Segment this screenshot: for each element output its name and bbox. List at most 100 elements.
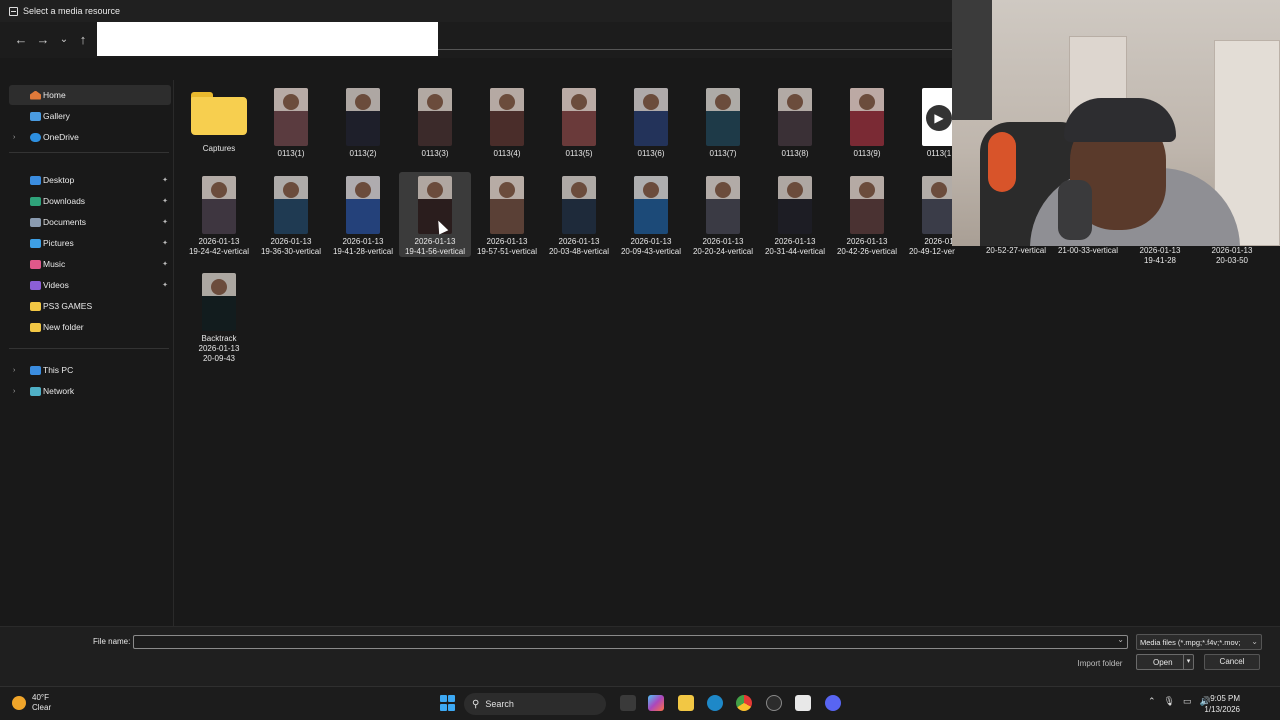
file-type-filter[interactable]: Media files (*.mpg;*.f4v;*.mov; ⌄ (1136, 634, 1262, 650)
file-name[interactable]: 2026-01-13 (1196, 246, 1268, 256)
video-thumbnail (850, 176, 884, 234)
address-bar-redacted[interactable] (97, 22, 438, 56)
pictures-icon (30, 238, 41, 248)
file-name: Backtrack (201, 334, 237, 343)
file-item[interactable]: 2026-01-13 20-42-26-vertical (831, 172, 903, 257)
file-item[interactable]: 0113(8) (759, 84, 831, 159)
file-name: 2026-01-13 (774, 237, 816, 246)
person-cap (1064, 98, 1176, 142)
file-name[interactable]: 2026-01-13 (1124, 246, 1196, 256)
file-name-input[interactable]: ⌄ (133, 635, 1128, 649)
chevron-up-icon[interactable]: ⌃ (1148, 696, 1156, 707)
file-item[interactable]: 2026-0120-49-12-vertical (903, 172, 955, 257)
file-name: 0113(7) (709, 149, 737, 158)
weather-widget[interactable]: 40°F Clear (12, 693, 51, 713)
divider (9, 348, 169, 349)
sidebar-item-pictures[interactable]: Pictures ✦ (9, 233, 171, 253)
sidebar-item-ps3-games[interactable]: PS3 GAMES (9, 296, 171, 316)
file-item[interactable]: 0113(4) (471, 84, 543, 159)
taskbar-search[interactable]: ⚲ Search (464, 693, 606, 715)
open-button[interactable]: Open ▾ (1136, 654, 1194, 670)
sidebar-item-this-pc[interactable]: › This PC (9, 360, 171, 380)
file-name[interactable]: 20-52-27-vertical (980, 246, 1052, 256)
document-icon (30, 217, 41, 227)
file-name-label: File name: (93, 637, 131, 646)
chrome-icon[interactable] (736, 695, 752, 711)
weather-condition: Clear (32, 703, 52, 712)
sidebar-item-documents[interactable]: Documents ✦ (9, 212, 171, 232)
expand-chevron-icon[interactable]: › (13, 367, 15, 374)
discord-icon[interactable] (825, 695, 841, 711)
file-item[interactable]: 2026-01-13 20-31-44-vertical (759, 172, 831, 257)
video-thumbnail (562, 176, 596, 234)
display-icon[interactable]: ▭ (1183, 696, 1192, 707)
file-item[interactable]: 0113(7) (687, 84, 759, 159)
file-item[interactable]: 0113(9) (831, 84, 903, 159)
pin-icon: ✦ (162, 198, 168, 205)
back-button[interactable]: ← (12, 31, 30, 49)
up-button[interactable]: ↑ (74, 31, 92, 49)
sidebar-item-music[interactable]: Music ✦ (9, 254, 171, 274)
search-icon: ⚲ (472, 698, 480, 710)
folder-icon (191, 92, 247, 138)
cancel-button[interactable]: Cancel (1204, 654, 1260, 670)
video-thumbnail (634, 176, 668, 234)
clock[interactable]: 9:05 PM 1/13/2026 (1196, 693, 1240, 715)
video-thumbnail (706, 176, 740, 234)
file-item[interactable]: 2026-01-13 19-41-28-vertical (327, 172, 399, 257)
file-item[interactable]: 2026-01-13 20-09-43-vertical (615, 172, 687, 257)
file-name[interactable]: 21-00-33-vertical (1052, 246, 1124, 256)
forward-button[interactable]: → (34, 31, 52, 49)
microphone-icon[interactable]: 🎙 (1164, 696, 1175, 707)
file-name-line2[interactable]: 19-41-28 (1124, 256, 1196, 266)
file-item[interactable]: 0113(2) (327, 84, 399, 159)
sidebar-item-onedrive[interactable]: › OneDrive (9, 127, 171, 147)
expand-chevron-icon[interactable]: › (13, 134, 15, 141)
import-folder-button[interactable]: Import folder (1070, 657, 1130, 671)
sidebar-item-videos[interactable]: Videos ✦ (9, 275, 171, 295)
file-item[interactable]: 2026-01-13 20-20-24-vertical (687, 172, 759, 257)
sidebar-item-network[interactable]: › Network (9, 381, 171, 401)
file-item[interactable]: 0113(6) (615, 84, 687, 159)
edge-icon[interactable] (707, 695, 723, 711)
capcut-icon[interactable] (795, 695, 811, 711)
windows-start-icon[interactable] (440, 695, 456, 711)
video-thumbnail (778, 88, 812, 146)
file-explorer-icon[interactable] (678, 695, 694, 711)
chevron-down-icon[interactable]: ⌄ (1117, 635, 1124, 644)
person-hand (1058, 180, 1092, 240)
file-name: 2026-01-13 (846, 237, 888, 246)
file-item[interactable]: 2026-01-13 19-57-51-vertical (471, 172, 543, 257)
webcam-overlay (952, 0, 1280, 246)
sidebar-item-home[interactable]: Home (9, 85, 171, 105)
file-item[interactable]: 2026-01-13 19-36-30-vertical (255, 172, 327, 257)
file-item[interactable]: 0113(5) (543, 84, 615, 159)
file-item[interactable]: 2026-01-13 19-24-42-vertical (183, 172, 255, 257)
file-item[interactable]: ▶ 0113(1 (903, 84, 955, 159)
file-item[interactable]: 0113(3) (399, 84, 471, 159)
file-name-line2: 19-41-56-vertical (404, 247, 466, 256)
file-item[interactable]: Backtrack 2026-01-13 20-09-43 (183, 269, 255, 364)
file-name: 0113(9) (853, 149, 881, 158)
sidebar-item-desktop[interactable]: Desktop ✦ (9, 170, 171, 190)
expand-chevron-icon[interactable]: › (13, 388, 15, 395)
video-thumbnail (418, 88, 452, 146)
copilot-icon[interactable] (648, 695, 664, 711)
sidebar-item-new-folder[interactable]: New folder (9, 317, 171, 337)
recent-locations-button[interactable]: ⌄ (55, 31, 73, 49)
folder-item[interactable]: Captures (183, 84, 255, 154)
chevron-down-icon[interactable]: ▾ (1183, 655, 1193, 669)
file-item[interactable]: 2026-01-13 20-03-48-vertical (543, 172, 615, 257)
file-name-line2: 19-24-42-vertical (188, 247, 250, 256)
address-bar[interactable] (438, 28, 958, 50)
video-thumbnail (706, 88, 740, 146)
file-item-selected[interactable]: 2026-01-13 19-41-56-vertical (399, 172, 471, 257)
file-item[interactable]: 0113(1) (255, 84, 327, 159)
sidebar-item-downloads[interactable]: Downloads ✦ (9, 191, 171, 211)
video-thumbnail (346, 88, 380, 146)
file-name-line2[interactable]: 20-03-50 (1196, 256, 1268, 266)
task-view-icon[interactable] (620, 695, 636, 711)
app-icon[interactable] (766, 695, 782, 711)
sidebar-item-gallery[interactable]: Gallery (9, 106, 171, 126)
date: 1/13/2026 (1204, 705, 1240, 714)
